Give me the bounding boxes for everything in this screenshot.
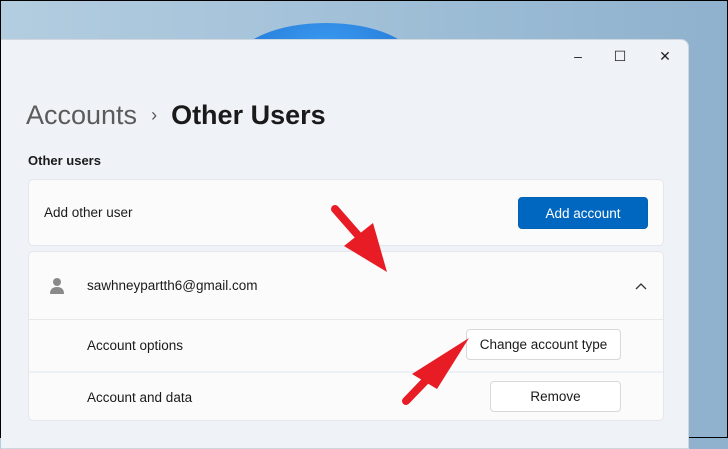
arrow-annotation-icon	[331, 205, 387, 272]
arrow-annotation-icon	[402, 338, 469, 405]
annotation-arrows	[331, 205, 469, 405]
